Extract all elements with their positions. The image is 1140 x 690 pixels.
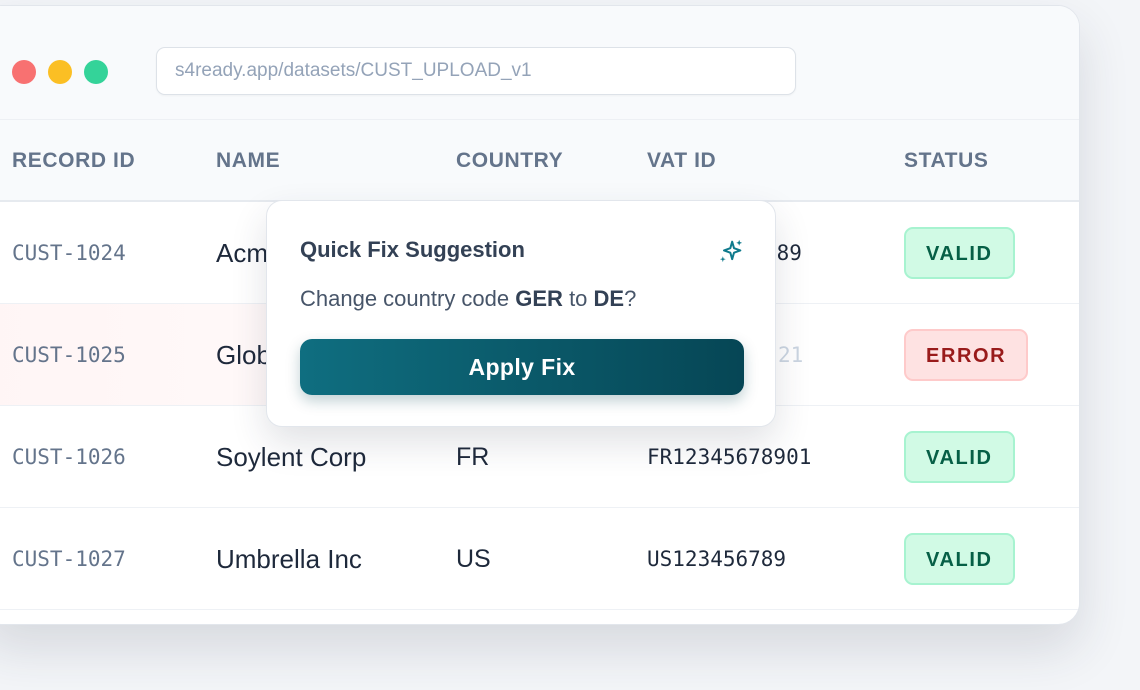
- record-id-cell: CUST-1026: [12, 445, 126, 469]
- column-header-country: COUNTRY: [456, 149, 564, 172]
- message-prefix: Change country code: [300, 286, 516, 311]
- country-cell: US: [456, 545, 491, 573]
- message-suffix: ?: [624, 286, 637, 311]
- quick-fix-popover: Quick Fix Suggestion Change country code…: [266, 200, 776, 427]
- apply-fix-button[interactable]: Apply Fix: [300, 339, 744, 395]
- title-bar: s4ready.app/datasets/CUST_UPLOAD_v1: [0, 6, 1079, 120]
- record-id-cell: CUST-1024: [12, 241, 126, 265]
- vat-id-cell: US123456789: [647, 547, 787, 571]
- minimize-window-button[interactable]: [48, 60, 72, 84]
- new-country-code: DE: [593, 286, 625, 311]
- status-badge: ERROR: [904, 329, 1029, 381]
- old-country-code: GER: [515, 286, 563, 311]
- column-header-name: NAME: [216, 149, 281, 172]
- record-id-cell: CUST-1027: [12, 547, 126, 571]
- status-badge: VALID: [904, 431, 1015, 483]
- status-badge: VALID: [904, 533, 1015, 585]
- sparkle-icon: [719, 239, 743, 263]
- name-cell: Umbrella Inc: [216, 544, 362, 574]
- popover-message: Change country code GER to DE?: [300, 286, 636, 312]
- popover-title: Quick Fix Suggestion: [300, 237, 525, 262]
- maximize-window-button[interactable]: [84, 60, 108, 84]
- name-cell: Glob: [216, 340, 271, 370]
- column-header-status: STATUS: [904, 149, 989, 172]
- column-header-vat-id: VAT ID: [647, 149, 717, 172]
- table-row[interactable]: CUST-1027 Umbrella Inc US US123456789 VA…: [0, 508, 1079, 610]
- status-badge: VALID: [904, 227, 1015, 279]
- close-window-button[interactable]: [12, 60, 36, 84]
- message-middle: to: [562, 286, 594, 311]
- vat-id-cell: 21: [778, 343, 804, 367]
- column-header-record-id: RECORD ID: [12, 149, 136, 172]
- address-bar[interactable]: s4ready.app/datasets/CUST_UPLOAD_v1: [156, 47, 796, 95]
- table-header: RECORD ID NAME COUNTRY VAT ID STATUS: [0, 120, 1079, 202]
- record-id-cell: CUST-1025: [12, 343, 126, 367]
